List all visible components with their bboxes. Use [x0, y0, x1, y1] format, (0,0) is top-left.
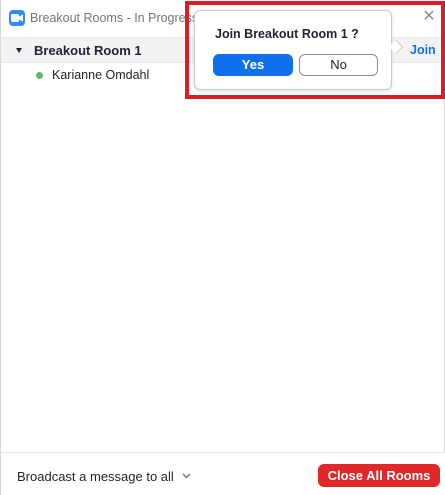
close-icon[interactable]: ✕ [420, 8, 438, 26]
breakout-rooms-window: Breakout Rooms - In Progress ✕ Breakout … [0, 0, 445, 495]
popup-title: Join Breakout Room 1 ? [215, 27, 359, 41]
participant-name: Karianne Omdahl [52, 68, 150, 82]
broadcast-dropdown[interactable]: Broadcast a message to all [17, 467, 191, 484]
close-all-rooms-button[interactable]: Close All Rooms [318, 464, 440, 487]
broadcast-label: Broadcast a message to all [17, 469, 174, 484]
join-room-popup: Join Breakout Room 1 ? Yes No [194, 10, 392, 90]
caret-down-icon[interactable] [16, 48, 22, 53]
zoom-camera-icon [9, 10, 25, 26]
chevron-down-icon [182, 467, 191, 482]
join-room-link[interactable]: Join [410, 43, 436, 57]
window-title: Breakout Rooms - In Progress [30, 11, 199, 25]
no-button[interactable]: No [299, 54, 378, 76]
yes-button[interactable]: Yes [213, 54, 293, 76]
room-name: Breakout Room 1 [34, 43, 142, 58]
status-dot-icon [36, 72, 43, 79]
footer-bar: Broadcast a message to all Close All Roo… [1, 452, 445, 495]
